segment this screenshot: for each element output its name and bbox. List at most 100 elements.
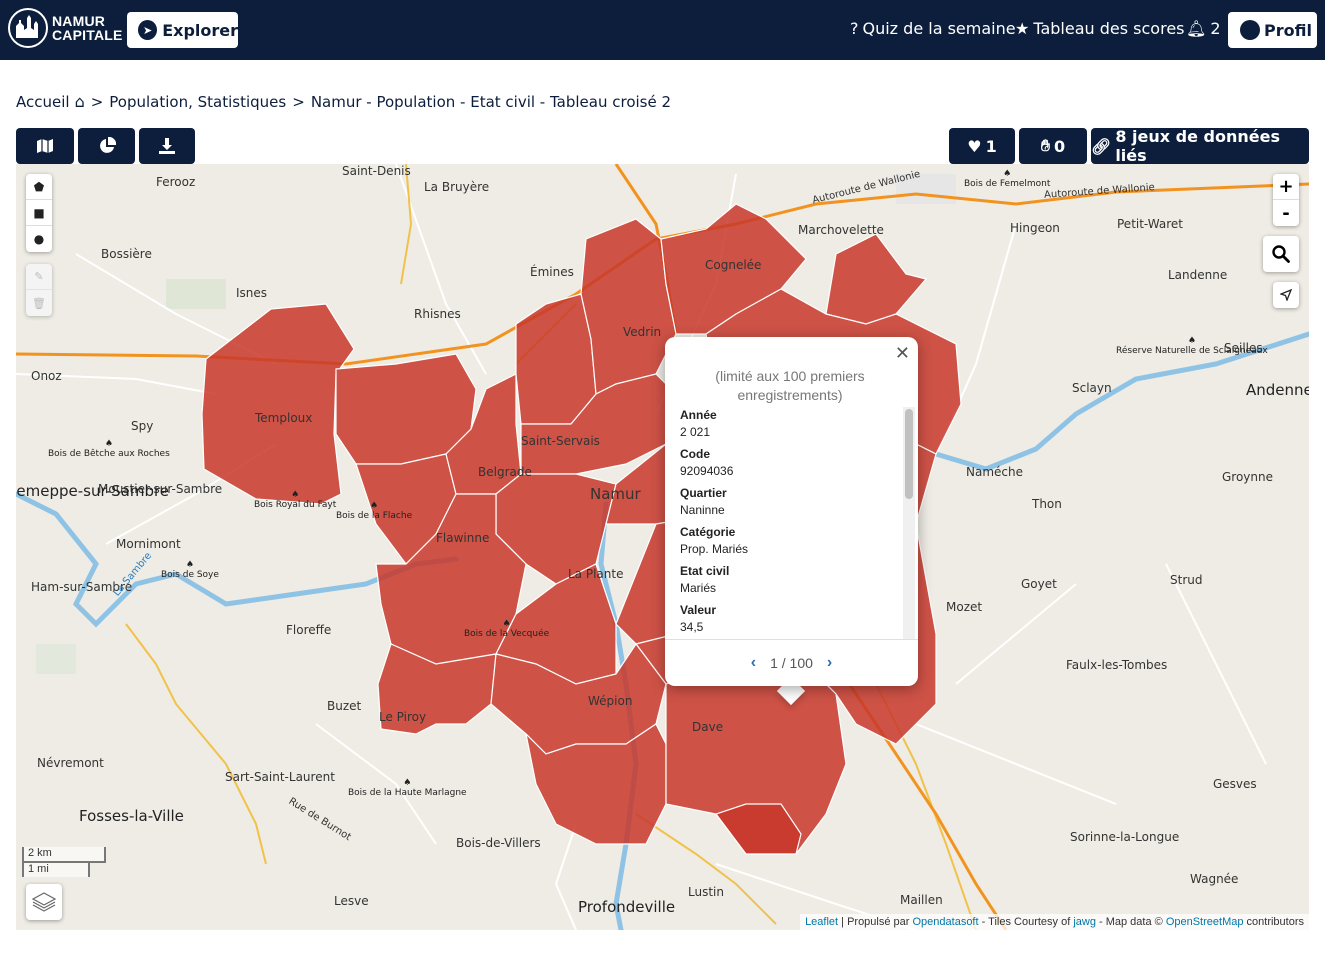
popup-note: (limité aux 100 premiers enregistrements… — [715, 368, 865, 403]
place-label: Saint-Servais — [521, 434, 600, 448]
leaflet-link[interactable]: Leaflet — [805, 916, 838, 928]
place-label: Émines — [530, 265, 574, 279]
forest-label: ♠ Bois de Bêtche aux Roches — [48, 439, 170, 459]
chart-view-button[interactable] — [78, 128, 135, 164]
place-label: Profondeville — [578, 898, 676, 916]
forest-label: ♠ Réserve Naturelle de Sclaigneaux — [1116, 336, 1268, 356]
star-icon: ★ — [1015, 19, 1030, 38]
delete-layers-button[interactable]: 🗑︎ — [26, 290, 52, 316]
pager-label: 1 / 100 — [770, 655, 813, 671]
locate-button[interactable] — [1273, 282, 1299, 308]
scores-link[interactable]: ★ Tableau des scores — [1015, 19, 1185, 38]
attribution-text: contributors — [1243, 916, 1304, 928]
chevron-left-icon[interactable]: ‹ — [751, 654, 756, 672]
place-label: Groynne — [1222, 470, 1274, 484]
forest-label: ♠ Bois de la Haute Marlagne — [348, 778, 467, 798]
trash-icon: 🗑︎ — [32, 296, 46, 310]
map-view-button[interactable] — [16, 128, 74, 164]
layers-button[interactable] — [26, 884, 62, 920]
reuse-button[interactable]: ✋︎ 0 — [1019, 128, 1087, 164]
place-label: Le Piroy — [379, 710, 427, 724]
chevron-right-icon[interactable]: › — [827, 654, 832, 672]
field-value: 2 021 — [680, 425, 711, 439]
namur-castle-icon — [8, 8, 48, 48]
popup-scrollbar[interactable] — [903, 407, 915, 639]
edit-layers-button[interactable]: ✎ — [26, 264, 52, 290]
place-label: Buzet — [327, 699, 362, 713]
map-canvas[interactable]: Saint-Denis La Bruyère Ferooz Bossière É… — [16, 164, 1309, 930]
popup-field: Année 2 021 — [680, 407, 900, 441]
draw-circle-button[interactable]: ● — [26, 226, 52, 252]
namur-capitale-logo[interactable]: NAMUR CAPITALE — [8, 8, 123, 48]
like-button[interactable]: ♥ 1 — [949, 128, 1015, 164]
place-label: Andenne — [1246, 381, 1309, 399]
quiz-link[interactable]: ? Quiz de la semaine — [850, 19, 1016, 38]
scores-label: Tableau des scores — [1033, 19, 1185, 38]
home-icon[interactable]: ⌂ — [75, 92, 85, 111]
jawg-link[interactable]: jawg — [1073, 916, 1096, 928]
place-label: Marchovelette — [798, 223, 884, 237]
question-icon: ? — [850, 19, 859, 38]
place-label: Flawinne — [436, 531, 490, 545]
draw-toolbar: ⬟ ■ ● — [26, 174, 52, 252]
forest-label: ♠ Bois de Femelmont — [964, 169, 1051, 189]
field-label: Valeur — [680, 603, 717, 617]
place-label: Isnes — [236, 286, 268, 300]
draw-rectangle-button[interactable]: ■ — [26, 200, 52, 226]
download-icon — [159, 138, 175, 154]
popup-pager: ‹ 1 / 100 › — [665, 639, 918, 686]
place-label: Namur — [590, 485, 641, 503]
place-label: Vedrin — [623, 325, 662, 339]
heart-icon: ♥ — [967, 136, 982, 156]
zoom-in-button[interactable]: + — [1273, 174, 1299, 200]
notifications-link[interactable]: 🔔︎ 2 — [1186, 19, 1221, 38]
place-label: Mozet — [946, 600, 983, 614]
breadcrumb-separator: > — [292, 92, 305, 111]
place-label: Naméche — [966, 465, 1023, 479]
zoom-out-button[interactable]: - — [1273, 200, 1299, 226]
place-label: Rhisnes — [414, 307, 461, 321]
scrollbar-thumb[interactable] — [905, 409, 913, 499]
draw-polygon-button[interactable]: ⬟ — [26, 174, 52, 200]
linked-datasets-button[interactable]: 🔗︎ 8 jeux de données liés — [1091, 127, 1309, 165]
place-label: Onoz — [31, 369, 62, 383]
breadcrumb-population[interactable]: Population, Statistiques — [109, 93, 286, 111]
tree-icon: ♠ — [291, 490, 300, 500]
explorer-label: Explorer — [162, 20, 238, 40]
explorer-button[interactable]: ➤ Explorer — [127, 12, 238, 48]
download-button[interactable] — [139, 128, 195, 164]
place-label: Petit-Waret — [1117, 217, 1183, 231]
tree-icon: ♠ — [104, 439, 113, 449]
top-navbar: NAMUR CAPITALE ➤ Explorer ? Quiz de la s… — [0, 0, 1325, 60]
search-icon — [1272, 245, 1290, 263]
opendatasoft-link[interactable]: Opendatasoft — [913, 916, 979, 928]
place-label: Goyet — [1021, 577, 1057, 591]
pie-chart-icon — [99, 137, 116, 153]
attribution-text: - Tiles Courtesy of — [978, 916, 1074, 928]
popup-field: Etat civil Mariés — [680, 563, 900, 597]
tree-icon: ♠ — [1003, 169, 1012, 179]
breadcrumb-home[interactable]: Accueil — [16, 93, 70, 111]
map-attribution: Leaflet | Propulsé par Opendatasoft - Ti… — [800, 914, 1309, 930]
place-label: Faulx-les-Tombes — [1066, 658, 1168, 672]
field-value: Prop. Mariés — [680, 542, 749, 556]
place-label: Sorinne-la-Longue — [1070, 830, 1180, 844]
popup-field: Catégorie Prop. Mariés — [680, 524, 900, 558]
place-label: Landenne — [1168, 268, 1228, 282]
place-label: Fosses-la-Ville — [79, 807, 184, 825]
osm-link[interactable]: OpenStreetMap — [1166, 916, 1244, 928]
forest-label: ♠ Bois Royal du Fayt — [254, 490, 337, 510]
map-search-button[interactable] — [1263, 236, 1299, 272]
forest-label: ♠ Bois de la Flache — [336, 501, 413, 521]
close-icon[interactable]: ✕ — [895, 343, 910, 364]
linked-datasets-label: 8 jeux de données liés — [1115, 127, 1280, 165]
reuses-count: 0 — [1053, 136, 1066, 156]
place-label: Dave — [692, 720, 724, 734]
compass-icon: ➤ — [138, 20, 158, 40]
zoom-control: + - — [1273, 174, 1299, 226]
popup-fields: Année 2 021 Code 92094036 Quartier Nanin… — [680, 407, 900, 639]
profil-button[interactable]: Profil — [1228, 12, 1317, 48]
field-label: Code — [680, 447, 710, 461]
popup-field: Valeur 34,5 — [680, 602, 900, 636]
breadcrumb-dataset: Namur - Population - Etat civil - Tablea… — [310, 92, 672, 111]
